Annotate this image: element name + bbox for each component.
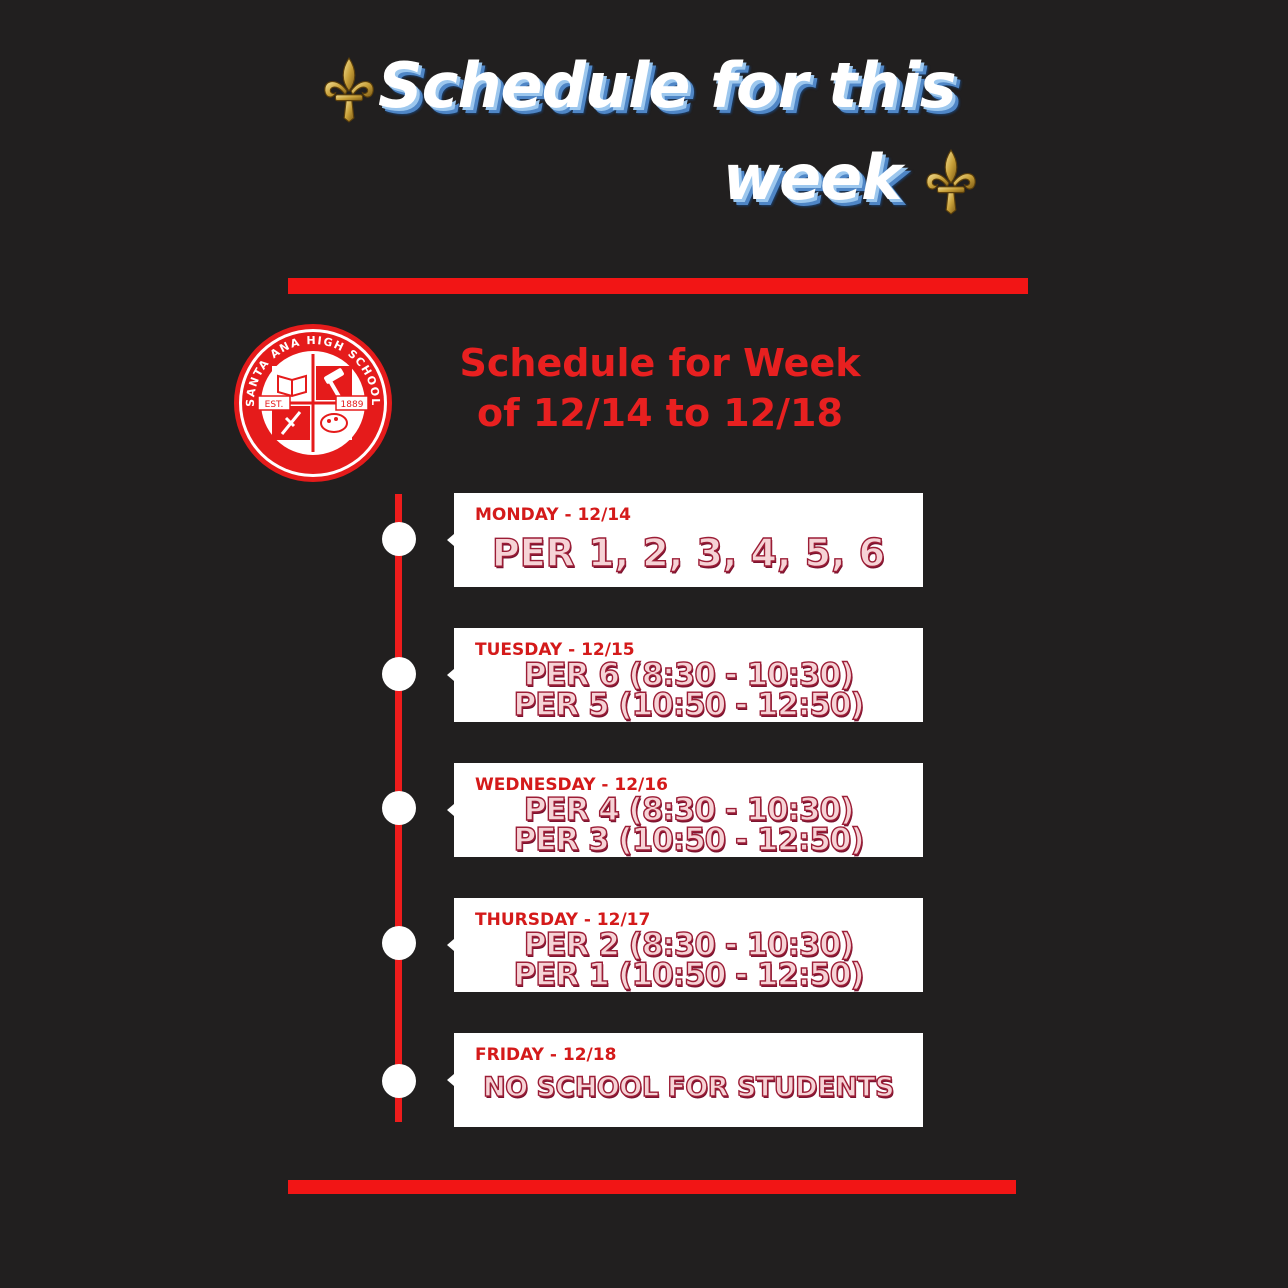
subtitle-line-1: Schedule for Week [459,341,861,385]
title-line-1: Schedule for this [378,49,957,122]
period-line: PER 1, 2, 3, 4, 5, 6 [491,530,886,575]
period-line: PER 6 (8:30 - 10:30) [523,657,855,693]
subtitle-line-2: of 12/14 to 12/18 [477,391,843,435]
day-label: MONDAY - 12/14 [475,505,631,525]
period-line: PER 4 (8:30 - 10:30) [523,792,855,828]
period-lines: PER 4 (8:30 - 10:30) PER 3 (10:50 - 12:5… [454,792,923,858]
fleur-de-lis-icon [926,148,976,215]
top-divider [288,278,1028,294]
timeline-dot [382,657,416,691]
seal-year: 1889 [341,400,364,410]
schedule-card-tuesday: TUESDAY - 12/15 PER 6 (8:30 - 10:30) PER… [447,628,923,723]
timeline-dot [382,791,416,825]
fleur-de-lis-icon [324,56,374,123]
schedule-card-friday: FRIDAY - 12/18 NO SCHOOL FOR STUDENTS [447,1033,923,1127]
schedule-card-wednesday: WEDNESDAY - 12/16 PER 4 (8:30 - 10:30) P… [447,763,923,858]
period-line: PER 3 (10:50 - 12:50) [513,822,865,858]
week-subtitle: Schedule for Week of 12/14 to 12/18 [440,338,880,438]
period-line: NO SCHOOL FOR STUDENTS [482,1071,895,1103]
day-label: FRIDAY - 12/18 [475,1045,617,1065]
period-lines: PER 2 (8:30 - 10:30) PER 1 (10:50 - 12:5… [454,927,923,993]
period-line: PER 2 (8:30 - 10:30) [523,927,855,963]
schedule-card-thursday: THURSDAY - 12/17 PER 2 (8:30 - 10:30) PE… [447,898,923,993]
period-lines: PER 6 (8:30 - 10:30) PER 5 (10:50 - 12:5… [454,657,923,723]
schedule-card-monday: MONDAY - 12/14 PER 1, 2, 3, 4, 5, 6 [447,493,923,587]
timeline-dot [382,1064,416,1098]
seal-est-label: EST. [265,400,284,410]
school-seal: SANTA ANA HIGH SCHOOL SAINTS EST. 1889 [234,324,392,482]
period-line: PER 1 (10:50 - 12:50) [513,957,865,993]
bottom-divider [288,1180,1016,1194]
period-line: PER 5 (10:50 - 12:50) [513,687,865,723]
timeline-dot [382,522,416,556]
timeline-dot [382,926,416,960]
title-line-2: week [722,141,903,214]
page-title: Schedule for this week [300,40,990,224]
